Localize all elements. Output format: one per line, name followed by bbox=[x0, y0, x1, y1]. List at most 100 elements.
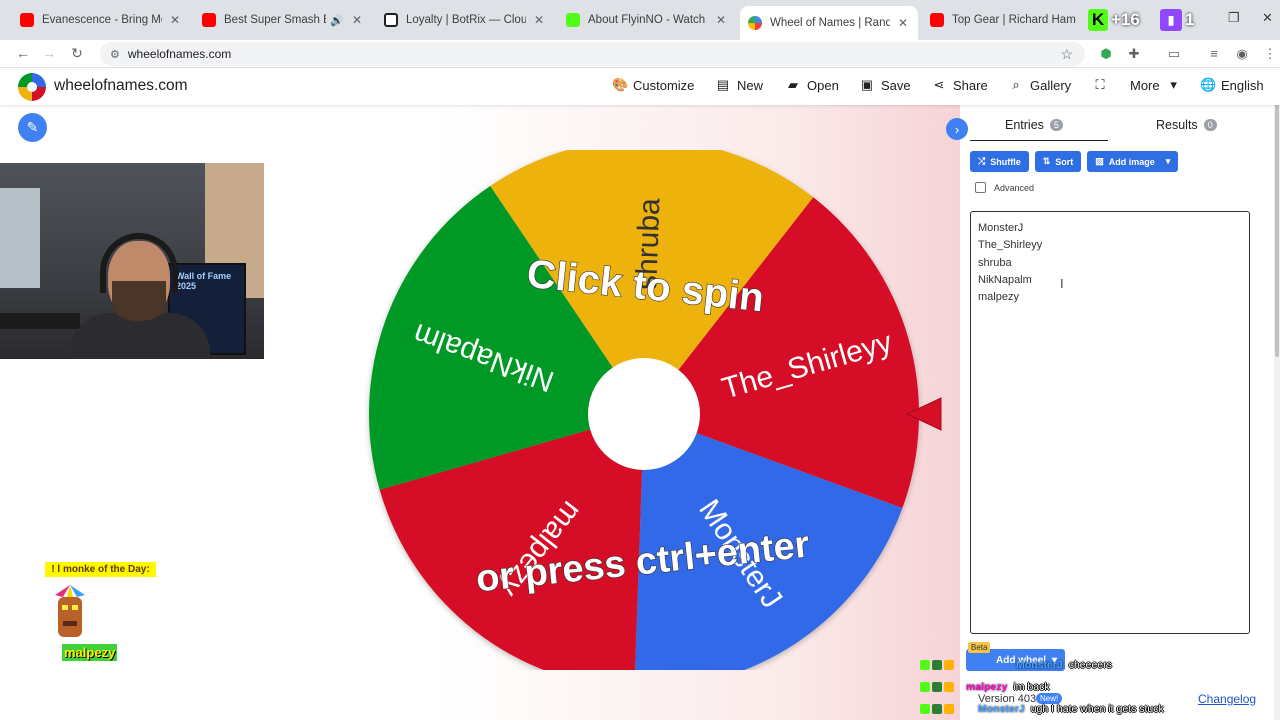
address-bar[interactable]: ⚙ wheelofnames.com ☆ bbox=[100, 42, 1085, 66]
badge-icon bbox=[932, 682, 942, 692]
entry-line: shruba bbox=[978, 256, 1012, 269]
add-image-button[interactable]: ▨ Add image ▾ bbox=[1087, 151, 1179, 172]
chat-username: MonsterJ bbox=[1016, 659, 1063, 671]
chat-text: cheeeers bbox=[1068, 659, 1112, 671]
side-panel-icon[interactable]: ▭ bbox=[1166, 46, 1182, 62]
browser-tab[interactable]: Best Super Smash Bros. Ulti 🔊 ✕ bbox=[194, 6, 372, 34]
chat-text: im back bbox=[1013, 681, 1050, 693]
browser-tab-strip: Evanescence - Bring Me To Life ✕ Best Su… bbox=[0, 0, 1280, 40]
restore-icon[interactable]: ❐ bbox=[1228, 10, 1240, 26]
advanced-checkbox[interactable]: Advanced bbox=[975, 182, 1034, 193]
gallery-button[interactable]: ⌕ Gallery bbox=[1009, 77, 1071, 93]
kick-count: +16 bbox=[1111, 10, 1140, 29]
search-icon: ⌕ bbox=[1012, 77, 1020, 92]
browser-tab[interactable]: About FlyinNO - Watch Live on ✕ bbox=[558, 6, 736, 34]
tab-entries[interactable]: Entries 5 bbox=[1005, 118, 1063, 132]
entry-line: MonsterJ bbox=[978, 222, 1024, 234]
wheel-logo-icon[interactable] bbox=[18, 73, 46, 101]
browser-tab[interactable]: Evanescence - Bring Me To Life ✕ bbox=[12, 6, 190, 34]
sort-button[interactable]: ⇅ Sort bbox=[1034, 151, 1082, 172]
badge-icon bbox=[944, 704, 954, 714]
sort-icon: ⇅ bbox=[1042, 156, 1051, 166]
more-label: More bbox=[1130, 77, 1160, 93]
url-text: wheelofnames.com bbox=[127, 47, 232, 61]
bookmark-star-icon[interactable]: ☆ bbox=[1060, 46, 1073, 63]
tab-entries-label: Entries bbox=[1005, 118, 1044, 132]
changelog-link[interactable]: Changelog bbox=[1198, 692, 1256, 706]
beta-badge: Beta bbox=[968, 642, 991, 653]
forward-icon[interactable]: → bbox=[38, 42, 60, 64]
tab-title: Evanescence - Bring Me To Life bbox=[42, 14, 162, 26]
site-title[interactable]: wheelofnames.com bbox=[54, 77, 188, 95]
tab-results-label: Results bbox=[1156, 118, 1198, 132]
kick-icon bbox=[920, 660, 930, 670]
twitch-extension-badge[interactable]: ▮ 1 bbox=[1160, 8, 1194, 32]
close-icon[interactable]: ✕ bbox=[532, 13, 546, 27]
kick-icon: K bbox=[1088, 9, 1108, 31]
youtube-icon bbox=[20, 13, 34, 27]
close-icon[interactable]: ✕ bbox=[714, 13, 728, 27]
customize-label: Customize bbox=[633, 77, 695, 93]
wheel-center-hub[interactable] bbox=[588, 358, 700, 470]
chevron-right-icon: › bbox=[954, 121, 960, 137]
close-icon[interactable]: ✕ bbox=[168, 13, 182, 27]
kebab-menu-icon[interactable]: ⋮ bbox=[1262, 46, 1278, 62]
browser-tab[interactable]: Loyalty | BotRix — Cloud Stream ✕ bbox=[376, 6, 554, 34]
tiki-mask-icon bbox=[55, 585, 85, 637]
puzzle-icon[interactable]: ✚ bbox=[1126, 46, 1142, 62]
edit-pencil-button[interactable]: ✎ bbox=[18, 113, 47, 142]
text-cursor-icon: I bbox=[1060, 276, 1064, 291]
open-label: Open bbox=[807, 77, 839, 93]
customize-button[interactable]: 🎨 Customize bbox=[612, 77, 694, 93]
fullscreen-button[interactable]: ⛶ bbox=[1093, 77, 1107, 93]
reload-icon[interactable]: ↻ bbox=[66, 42, 88, 64]
collapse-panel-button[interactable]: › bbox=[946, 118, 968, 140]
tab-results[interactable]: Results 0 bbox=[1156, 118, 1217, 132]
twitch-count: 1 bbox=[1185, 10, 1195, 29]
close-icon[interactable]: ✕ bbox=[350, 13, 364, 27]
badge-icon bbox=[944, 682, 954, 692]
youtube-icon bbox=[202, 13, 216, 27]
cam-keyboard bbox=[0, 313, 80, 329]
share-button[interactable]: ⋖ Share bbox=[932, 77, 988, 93]
open-button[interactable]: ▰ Open bbox=[786, 77, 839, 93]
spin-wheel[interactable]: shrubaThe_ShirleyyMonsterJmalpezyNikNapa… bbox=[364, 150, 924, 670]
advanced-label: Advanced bbox=[994, 182, 1035, 193]
tab-title: Wheel of Names | Random nam bbox=[770, 17, 890, 29]
fullscreen-icon: ⛶ bbox=[1095, 77, 1105, 92]
monke-title: ! l monke of the Day: bbox=[45, 562, 156, 577]
save-button[interactable]: ▣ Save bbox=[860, 77, 911, 93]
active-tab-underline bbox=[970, 140, 1108, 141]
entry-line: NikNapalm bbox=[978, 273, 1032, 286]
save-icon: ▣ bbox=[860, 77, 874, 92]
shuffle-button[interactable]: ⤮ Shuffle bbox=[970, 151, 1029, 172]
entries-count-badge: 5 bbox=[1049, 119, 1063, 131]
site-info-icon[interactable]: ⚙ bbox=[110, 48, 120, 61]
chat-username: MonsterJ bbox=[978, 703, 1025, 715]
kick-extension-badge[interactable]: K +16 bbox=[1088, 8, 1140, 32]
profile-icon[interactable]: ◉ bbox=[1234, 46, 1250, 62]
close-window-icon[interactable]: ✕ bbox=[1262, 10, 1273, 26]
page-scrollbar[interactable] bbox=[1274, 69, 1280, 720]
speaker-icon[interactable]: 🔊 bbox=[330, 14, 344, 27]
close-icon[interactable]: ✕ bbox=[896, 16, 910, 30]
new-button[interactable]: ▤ New bbox=[716, 77, 763, 93]
badge-icon bbox=[932, 704, 942, 714]
back-icon[interactable]: ← bbox=[12, 42, 34, 64]
browser-tab-active[interactable]: Wheel of Names | Random nam ✕ bbox=[740, 6, 918, 40]
caret-down-icon: ▾ bbox=[1165, 156, 1171, 166]
scrollbar-thumb[interactable] bbox=[1275, 77, 1279, 357]
entries-textarea[interactable]: MonsterJ The_Shirleyy shruba NikNapalm m… bbox=[970, 211, 1250, 634]
chat-message: MonsterJ ugh I hate when it gets stuck bbox=[920, 703, 1164, 715]
entries-toolbar: ⤮ Shuffle ⇅ Sort ▨ Add image ▾ bbox=[970, 151, 1179, 172]
kick-icon bbox=[920, 704, 930, 714]
language-button[interactable]: 🌐 English bbox=[1200, 77, 1264, 93]
checkbox-box[interactable] bbox=[975, 182, 986, 193]
extension-icon[interactable]: ⬢ bbox=[1098, 46, 1114, 62]
browser-toolbar: ← → ↻ ⚙ wheelofnames.com ☆ ⬢ ✚ ▭ ≡ ◉ ⋮ bbox=[0, 40, 1280, 68]
more-button[interactable]: More ▾ bbox=[1130, 77, 1181, 93]
github-icon bbox=[384, 13, 398, 27]
chat-message: MonsterJ cheeeers bbox=[920, 659, 1112, 671]
browser-tab[interactable]: Top Gear | Richard Hammond bbox=[922, 6, 1084, 34]
media-control-icon[interactable]: ≡ bbox=[1206, 46, 1222, 62]
